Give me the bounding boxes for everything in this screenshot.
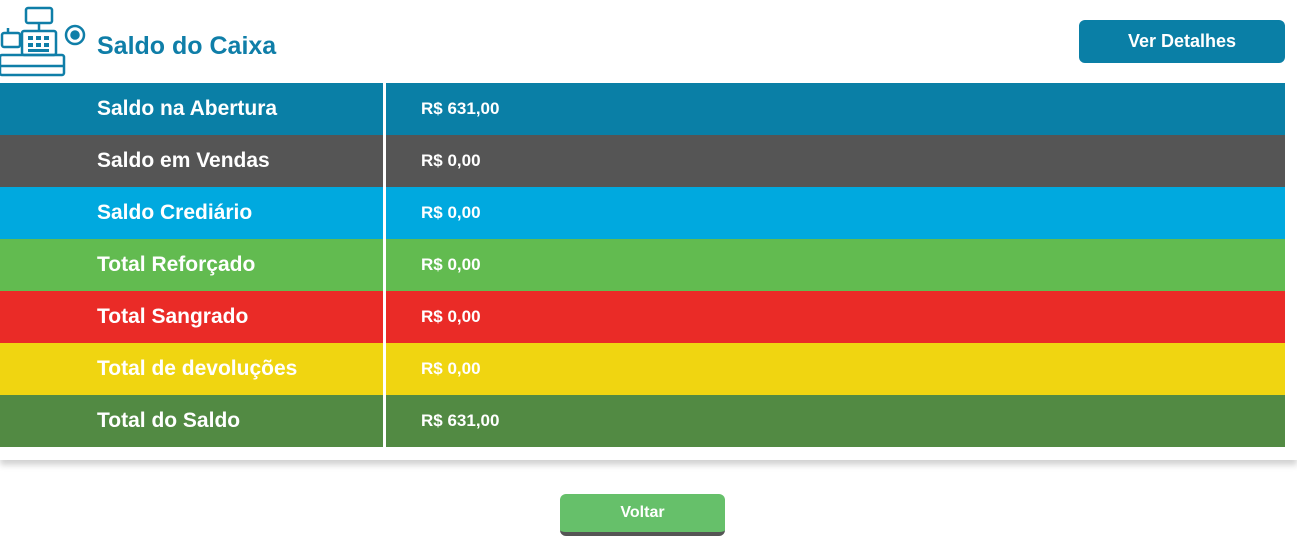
row-divider xyxy=(383,343,386,395)
balance-row-opening: Saldo na Abertura R$ 631,00 xyxy=(0,83,1285,135)
row-divider xyxy=(383,239,386,291)
row-value: R$ 0,00 xyxy=(421,359,481,378)
row-label: Total Sangrado xyxy=(97,305,249,328)
balance-row-reinforced: Total Reforçado R$ 0,00 xyxy=(0,239,1285,291)
balance-row-total: Total do Saldo R$ 631,00 xyxy=(0,395,1285,447)
balance-row-sales: Saldo em Vendas R$ 0,00 xyxy=(0,135,1285,187)
row-value: R$ 631,00 xyxy=(421,99,500,118)
row-label: Saldo em Vendas xyxy=(97,149,270,172)
row-label: Total de devoluções xyxy=(97,357,298,380)
row-divider xyxy=(383,291,386,343)
cash-balance-card: Saldo do Caixa Ver Detalhes Saldo na Abe… xyxy=(0,0,1297,460)
row-value: R$ 0,00 xyxy=(421,307,481,326)
row-label: Total do Saldo xyxy=(97,409,241,432)
row-divider xyxy=(383,187,386,239)
view-details-button[interactable]: Ver Detalhes xyxy=(1079,20,1285,63)
row-value: R$ 631,00 xyxy=(421,411,500,430)
row-divider xyxy=(383,135,386,187)
row-value: R$ 0,00 xyxy=(421,255,481,274)
row-label: Saldo na Abertura xyxy=(97,97,278,120)
row-value: R$ 0,00 xyxy=(421,203,481,222)
row-divider xyxy=(383,83,386,135)
cash-register-icon xyxy=(0,6,86,77)
back-button[interactable]: Voltar xyxy=(560,494,725,536)
row-label: Total Reforçado xyxy=(97,253,256,276)
page-title: Saldo do Caixa xyxy=(97,32,277,60)
balance-row-returns: Total de devoluções R$ 0,00 xyxy=(0,343,1285,395)
balance-row-credit: Saldo Crediário R$ 0,00 xyxy=(0,187,1285,239)
balance-row-withdrawn: Total Sangrado R$ 0,00 xyxy=(0,291,1285,343)
row-label: Saldo Crediário xyxy=(97,201,253,224)
row-divider xyxy=(383,395,386,447)
balance-table: Saldo na Abertura R$ 631,00 Saldo em Ven… xyxy=(0,83,1285,447)
row-value: R$ 0,00 xyxy=(421,151,481,170)
